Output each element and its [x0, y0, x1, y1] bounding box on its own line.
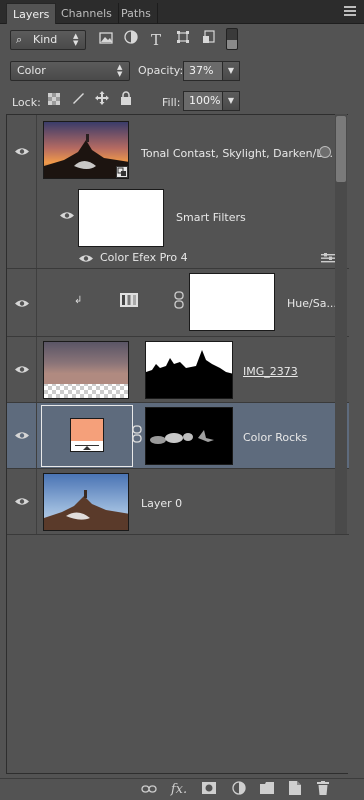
smart-object-thumbnail	[43, 121, 129, 179]
visibility-eye-icon[interactable]	[15, 497, 29, 506]
chevron-updown-icon: ▲ ▼	[73, 32, 79, 47]
new-layer-icon[interactable]	[286, 781, 304, 799]
layers-list: Tonal Contast, Skylight, Darken/L... Sma…	[6, 114, 349, 774]
visibility-eye-icon[interactable]	[15, 431, 29, 440]
type-filter-icon[interactable]: T	[146, 30, 166, 50]
blend-mode-dropdown[interactable]: Color ▲ ▼	[10, 61, 130, 81]
fill-slider-button[interactable]: ▼	[222, 91, 240, 111]
opacity-input[interactable]: 37%	[183, 61, 223, 81]
panel-menu-icon[interactable]	[344, 6, 356, 16]
layer-row-smart-object[interactable]: Tonal Contast, Skylight, Darken/L... Sma…	[7, 115, 349, 269]
adjustment-mask-thumbnail	[189, 273, 275, 331]
tab-paths[interactable]: Paths	[115, 3, 158, 24]
tab-channels[interactable]: Channels	[55, 3, 119, 24]
layer-0-thumbnail	[43, 473, 129, 531]
smart-object-badge-icon	[116, 166, 128, 178]
hue-saturation-adjustment-icon	[120, 293, 138, 307]
mask-link-icon[interactable]	[132, 425, 142, 443]
opacity-label: Opacity:	[138, 64, 184, 77]
search-icon: ⌕	[16, 33, 23, 46]
smart-filters-label[interactable]: Smart Filters	[176, 211, 246, 224]
layer-row-img-2373[interactable]: IMG_2373	[7, 337, 349, 403]
layer-row-layer-0[interactable]: Layer 0	[7, 469, 349, 535]
adjustment-icon[interactable]	[230, 781, 248, 799]
layer-name[interactable]: Color Rocks	[243, 431, 307, 444]
lock-transparent-icon[interactable]	[44, 91, 64, 111]
lock-all-icon[interactable]	[116, 91, 136, 111]
group-icon[interactable]	[258, 781, 276, 799]
fill-label: Fill:	[162, 96, 181, 109]
lock-image-icon[interactable]	[68, 91, 88, 111]
clipping-arrow-icon: ↲	[74, 295, 83, 306]
blend-mode-value: Color	[17, 64, 46, 77]
layer-name[interactable]: Tonal Contast, Skylight, Darken/L...	[141, 147, 333, 160]
filter-toggle-icon[interactable]	[226, 28, 238, 50]
visibility-eye-icon[interactable]	[15, 299, 29, 308]
filter-eye-icon[interactable]	[79, 254, 93, 263]
fill-input[interactable]: 100%	[183, 91, 223, 111]
color-rocks-mask-thumbnail	[145, 407, 233, 465]
filter-kind-label: Kind	[33, 33, 58, 46]
visibility-eye-icon[interactable]	[15, 365, 29, 374]
adjustment-filter-icon[interactable]	[121, 30, 141, 50]
chevron-updown-icon: ▲ ▼	[117, 63, 123, 78]
mask-link-icon[interactable]	[174, 291, 184, 309]
image-filter-icon[interactable]	[96, 30, 116, 50]
layers-bottom-toolbar: fx.	[0, 778, 364, 800]
img-2373-thumbnail	[43, 341, 129, 399]
fx-icon[interactable]: fx.	[170, 781, 188, 799]
smart-filter-options-icon[interactable]	[319, 146, 331, 158]
layers-scrollbar-thumb[interactable]	[336, 116, 346, 182]
layer-name[interactable]: IMG_2373	[243, 365, 298, 378]
filter-blending-options-icon[interactable]	[321, 253, 335, 263]
layer-name[interactable]: Layer 0	[141, 497, 182, 510]
fill-layer-thumbnail	[41, 405, 133, 467]
filter-name[interactable]: Color Efex Pro 4	[100, 251, 188, 264]
tab-layers[interactable]: Layers	[6, 3, 57, 24]
mask-icon[interactable]	[200, 781, 218, 799]
visibility-eye-icon[interactable]	[15, 147, 29, 156]
layer-name[interactable]: Hue/Sa...	[287, 297, 337, 310]
color-fill-swatch	[71, 419, 103, 441]
trash-icon[interactable]	[314, 781, 332, 799]
lock-label: Lock:	[12, 96, 41, 109]
link-icon[interactable]	[140, 781, 158, 799]
img-2373-mask-thumbnail	[145, 341, 233, 399]
smart-object-filter-icon[interactable]	[199, 30, 219, 50]
lock-position-icon[interactable]	[92, 91, 112, 111]
filter-kind-dropdown[interactable]: ⌕ Kind ▲ ▼	[10, 30, 86, 50]
layer-row-color-rocks[interactable]: Color Rocks	[7, 403, 349, 469]
panel-tabbar: Layers Channels Paths	[0, 0, 364, 24]
shape-filter-icon[interactable]	[173, 30, 193, 50]
layer-row-hue-saturation[interactable]: ↲ Hue/Sa...	[7, 269, 349, 337]
smart-filter-mask-thumbnail	[78, 189, 164, 247]
smart-filters-eye-icon[interactable]	[60, 211, 74, 220]
opacity-slider-button[interactable]: ▼	[222, 61, 240, 81]
